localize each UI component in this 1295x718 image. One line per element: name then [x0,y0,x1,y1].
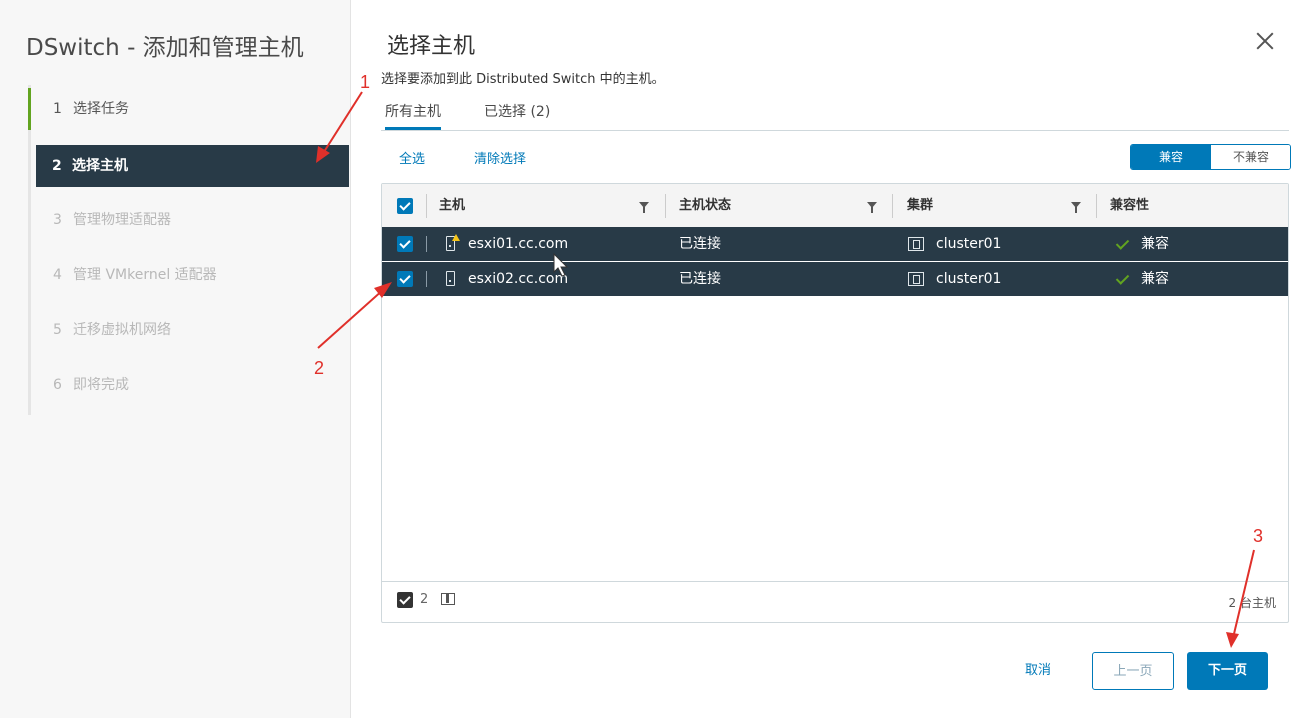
column-header-cluster[interactable]: 集群 [907,184,933,228]
table-row[interactable]: esxi02.cc.com 已连接 cluster01 兼容 [382,262,1288,296]
row-checkbox[interactable] [397,271,413,287]
column-toggle-icon[interactable] [441,593,455,605]
step-manage-vmkernel-adapters: 4 管理 VMkernel 适配器 [28,254,350,296]
warning-icon [452,234,460,241]
annotation-arrow-3-head [1226,632,1239,648]
hosts-datagrid: 主机 主机状态 集群 兼容性 esxi01.cc.com 已连接 cluster… [381,183,1289,623]
step-number: 4 [53,267,62,283]
selection-count: 2 [420,592,429,607]
step-label: 选择主机 [72,158,128,174]
compatible-toggle-button[interactable]: 兼容 [1131,145,1211,169]
step-select-task[interactable]: 1 选择任务 [28,88,350,130]
host-status: 已连接 [679,271,721,287]
column-header-host-status[interactable]: 主机状态 [679,184,731,228]
tab-bar: 所有主机 已选择 (2) [381,96,1289,131]
filter-icon[interactable] [867,202,877,213]
step-migrate-vm-networking: 5 迁移虚拟机网络 [28,309,350,351]
step-number: 6 [53,377,62,393]
column-separator [426,236,427,252]
table-row[interactable]: esxi01.cc.com 已连接 cluster01 兼容 [382,227,1288,261]
host-name[interactable]: esxi02.cc.com [468,262,568,296]
clear-selection-link[interactable]: 清除选择 [474,148,526,167]
compatibility-value: 兼容 [1141,271,1169,287]
cluster-icon [908,237,924,251]
filter-icon[interactable] [1071,202,1081,213]
step-manage-physical-adapters: 3 管理物理适配器 [28,199,350,241]
step-number: 2 [52,158,62,174]
column-separator [426,194,427,218]
cluster-icon [908,272,924,286]
host-name[interactable]: esxi01.cc.com [468,227,568,261]
tab-all-hosts[interactable]: 所有主机 [385,96,441,130]
column-header-host[interactable]: 主机 [439,184,465,228]
select-all-link[interactable]: 全选 [399,148,425,167]
column-separator[interactable] [892,194,893,218]
tab-selected[interactable]: 已选择 (2) [484,96,550,130]
cluster-name[interactable]: cluster01 [936,262,1001,296]
datagrid-footer: 2 2 台主机 [382,581,1288,623]
step-number: 5 [53,322,62,338]
step-ready-to-complete: 6 即将完成 [28,364,350,406]
selection-count-checkbox-icon [397,592,413,608]
step-number: 3 [53,212,62,228]
back-button[interactable]: 上一页 [1092,652,1174,690]
check-icon [1115,271,1130,285]
column-header-compatibility[interactable]: 兼容性 [1110,184,1149,228]
step-label: 管理物理适配器 [73,212,171,228]
column-separator[interactable] [1096,194,1097,218]
step-label: 迁移虚拟机网络 [73,322,171,338]
next-button[interactable]: 下一页 [1187,652,1268,690]
incompatible-toggle-button[interactable]: 不兼容 [1211,145,1290,169]
page-description: 选择要添加到此 Distributed Switch 中的主机。 [381,72,665,87]
compatibility-value: 兼容 [1141,236,1169,252]
row-checkbox[interactable] [397,236,413,252]
select-all-checkbox[interactable] [397,198,413,214]
step-number: 1 [53,101,62,117]
datagrid-header: 主机 主机状态 集群 兼容性 [382,184,1288,229]
host-icon [446,271,455,286]
column-separator [426,271,427,287]
step-label: 即将完成 [73,377,129,393]
page-title: 选择主机 [387,34,476,59]
annotation-label-2: 2 [314,358,325,378]
step-label: 管理 VMkernel 适配器 [73,267,217,283]
cluster-name[interactable]: cluster01 [936,227,1001,261]
compatibility-toggle: 兼容 不兼容 [1130,144,1291,170]
check-icon [1115,236,1130,250]
filter-icon[interactable] [639,202,649,213]
column-separator[interactable] [665,194,666,218]
wizard-title: DSwitch - 添加和管理主机 [26,35,304,61]
wizard-sidebar: DSwitch - 添加和管理主机 1 选择任务 2 选择主机 3 管理物理适配器 4… [0,0,351,718]
close-icon[interactable] [1254,30,1276,52]
step-select-hosts[interactable]: 2 选择主机 [36,145,349,187]
total-count: 2 台主机 [1228,596,1276,610]
cancel-button[interactable]: 取消 [1010,652,1066,690]
annotation-label-1: 1 [360,72,371,92]
annotation-label-3: 3 [1253,526,1264,546]
host-status: 已连接 [679,236,721,252]
step-label: 选择任务 [73,101,129,117]
